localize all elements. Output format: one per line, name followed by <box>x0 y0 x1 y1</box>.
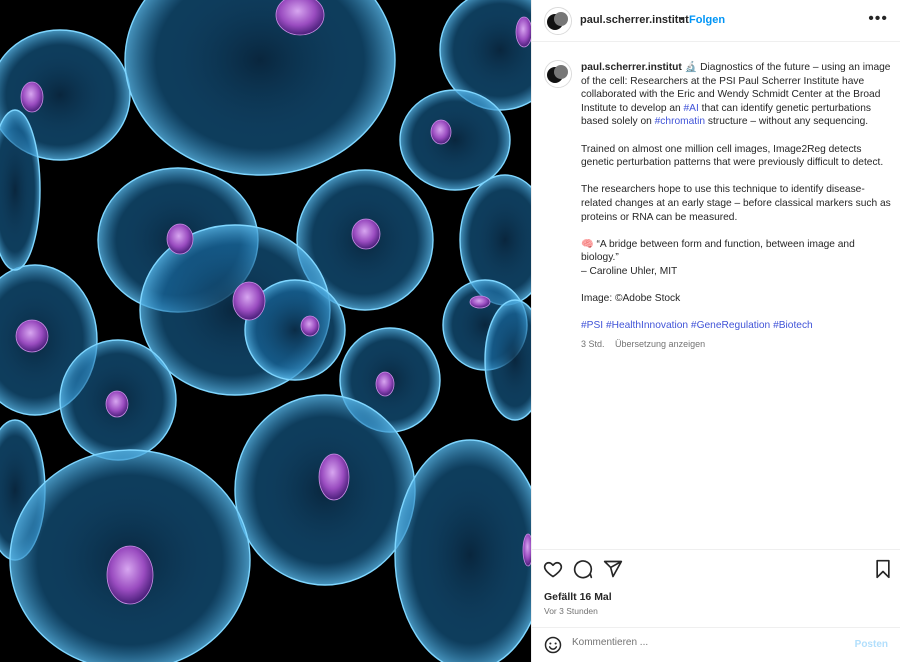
hashtag-link[interactable]: #AI <box>684 103 699 114</box>
hashtag-list: #PSI #HealthInnovation #GeneRegulation #… <box>581 319 893 333</box>
hashtag-link[interactable]: #chromatin <box>655 116 705 127</box>
action-bar: Gefällt 16 Mal Vor 3 Stunden <box>532 549 900 627</box>
share-icon[interactable] <box>603 559 623 579</box>
hashtag-link[interactable]: #PSI <box>581 320 603 331</box>
comment-input[interactable] <box>572 637 842 648</box>
comment-bar: Posten <box>532 627 900 662</box>
hashtag-link[interactable]: #GeneRegulation <box>691 320 770 331</box>
post-time[interactable]: Vor 3 Stunden <box>544 606 598 616</box>
translate-button[interactable]: Übersetzung anzeigen <box>615 339 705 349</box>
post-caption: paul.scherrer.institut 🔬 Diagnostics of … <box>581 61 893 352</box>
caption-quote: 🧠 “A bridge between form and function, b… <box>581 238 893 279</box>
post-header: paul.scherrer.institut • Folgen ••• <box>532 0 900 42</box>
hashtag-link[interactable]: #HealthInnovation <box>606 320 688 331</box>
smiley-icon[interactable] <box>544 636 562 654</box>
caption-paragraph-3: The researchers hope to use this techniq… <box>581 184 891 223</box>
likes-count[interactable]: Gefällt 16 Mal <box>544 591 612 603</box>
bookmark-icon[interactable] <box>873 559 893 579</box>
avatar-icon <box>545 8 571 34</box>
image-credit: Image: ©Adobe Stock <box>581 293 681 305</box>
quote-author: – Caroline Uhler, MIT <box>581 265 678 277</box>
brain-emoji: 🧠 <box>581 238 594 250</box>
follow-button[interactable]: Folgen <box>689 14 725 26</box>
avatar[interactable] <box>544 7 572 35</box>
caption-area: paul.scherrer.institut 🔬 Diagnostics of … <box>532 42 900 549</box>
header-username[interactable]: paul.scherrer.institut <box>580 14 689 26</box>
caption-paragraph-1: paul.scherrer.institut 🔬 Diagnostics of … <box>581 61 893 129</box>
quote-text: “A bridge between form and function, bet… <box>581 238 855 264</box>
post-image[interactable] <box>0 0 531 662</box>
cell-microscopy-image <box>0 0 531 662</box>
comment-icon[interactable] <box>573 559 593 579</box>
caption-username[interactable]: paul.scherrer.institut <box>581 62 682 73</box>
post-age[interactable]: 3 Std. <box>581 339 605 349</box>
caption-paragraph-2: Trained on almost one million cell image… <box>581 143 884 169</box>
microscope-emoji: 🔬 <box>684 62 698 73</box>
caption-meta: 3 Std. Übersetzung anzeigen <box>581 338 893 352</box>
more-options-icon[interactable]: ••• <box>868 10 888 28</box>
post-sidebar: paul.scherrer.institut • Folgen ••• paul… <box>531 0 900 662</box>
avatar-icon <box>545 61 571 87</box>
heart-icon[interactable] <box>543 559 563 579</box>
caption-text: structure – without any sequencing. <box>705 116 869 128</box>
hashtag-link[interactable]: #Biotech <box>773 320 813 331</box>
separator-dot: • <box>680 13 684 25</box>
caption-avatar[interactable] <box>544 60 572 88</box>
post-button[interactable]: Posten <box>855 639 888 650</box>
